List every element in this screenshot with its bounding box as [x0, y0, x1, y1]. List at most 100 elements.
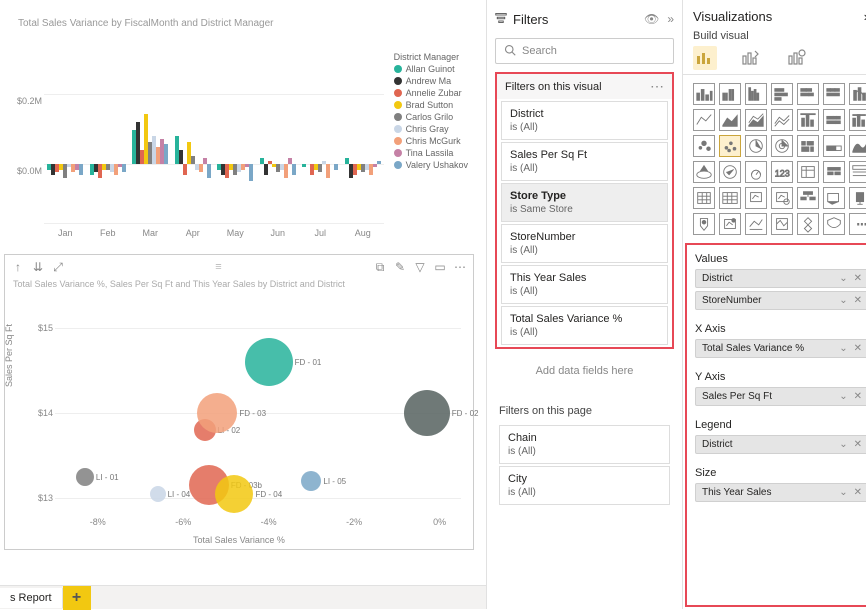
legend-item[interactable]: Brad Sutton [394, 100, 468, 110]
bar[interactable] [164, 144, 168, 164]
viz-type-icon[interactable] [797, 187, 819, 209]
viz-type-icon[interactable] [771, 109, 793, 131]
viz-type-icon[interactable] [745, 187, 767, 209]
viz-type-icon[interactable] [797, 161, 819, 183]
viz-type-icon[interactable] [797, 213, 819, 235]
focus-icon[interactable]: ▭ [433, 260, 447, 274]
viz-type-icon[interactable]: 123 [771, 161, 793, 183]
bar[interactable] [199, 164, 203, 172]
viz-type-icon[interactable] [797, 135, 819, 157]
filter-card[interactable]: StoreNumberis (All) [501, 224, 668, 263]
viz-type-icon[interactable] [823, 161, 845, 183]
chevron-down-icon[interactable]: ⌄ [839, 487, 847, 498]
copy-icon[interactable]: ⧉ [373, 260, 387, 274]
legend-item[interactable]: Allan Guinot [394, 64, 468, 74]
field-well[interactable]: StoreNumber⌄✕ [695, 291, 866, 310]
chevron-down-icon[interactable]: ⌄ [839, 439, 847, 450]
viz-type-icon[interactable] [849, 109, 866, 131]
bar[interactable] [326, 164, 330, 178]
legend-item[interactable]: Andrew Ma [394, 76, 468, 86]
viz-type-icon[interactable] [693, 109, 715, 131]
chart-bar-sales-variance[interactable]: Total Sales Variance by FiscalMonth and … [4, 4, 472, 236]
legend-item[interactable]: Chris Gray [394, 124, 468, 134]
viz-type-icon[interactable] [745, 83, 767, 105]
viz-type-icon[interactable] [771, 213, 793, 235]
viz-type-icon[interactable] [849, 187, 866, 209]
viz-type-icon[interactable] [771, 83, 793, 105]
bar[interactable] [284, 164, 288, 178]
collapse-icon[interactable]: » [667, 12, 674, 26]
legend-item[interactable]: Carlos Grilo [394, 112, 468, 122]
remove-icon[interactable]: ✕ [854, 343, 862, 354]
viz-type-icon[interactable] [719, 213, 741, 235]
filter-icon[interactable]: ▽ [413, 260, 427, 274]
bar[interactable] [292, 164, 296, 175]
bar[interactable] [79, 164, 83, 175]
bar[interactable] [122, 164, 126, 172]
add-data-fields-prompt[interactable]: Add data fields here [499, 351, 670, 391]
legend-item[interactable]: Valery Ushakov [394, 160, 468, 170]
bubble[interactable] [404, 390, 450, 436]
field-well[interactable]: District⌄✕ [695, 269, 866, 288]
bubble[interactable] [76, 468, 94, 486]
bar[interactable] [249, 164, 253, 181]
bar[interactable] [183, 164, 187, 175]
drill-up-icon[interactable]: ↑ [11, 260, 25, 274]
viz-type-icon[interactable] [693, 187, 715, 209]
viz-type-icon[interactable] [719, 109, 741, 131]
viz-type-icon[interactable] [719, 161, 741, 183]
viz-type-icon[interactable] [745, 135, 767, 157]
field-well[interactable]: Sales Per Sq Ft⌄✕ [695, 387, 866, 406]
viz-type-icon[interactable] [745, 109, 767, 131]
remove-icon[interactable]: ✕ [854, 273, 862, 284]
remove-icon[interactable]: ✕ [854, 487, 862, 498]
viz-type-icon[interactable] [849, 135, 866, 157]
viz-type-icon[interactable] [719, 83, 741, 105]
filter-card[interactable]: Store Typeis Same Store [501, 183, 668, 222]
filter-card[interactable]: This Year Salesis (All) [501, 265, 668, 304]
chevron-down-icon[interactable]: ⌄ [839, 391, 847, 402]
remove-icon[interactable]: ✕ [854, 295, 862, 306]
viz-type-icon[interactable] [797, 109, 819, 131]
search-input[interactable]: Search [495, 38, 674, 64]
drag-grip[interactable]: ≡ [215, 261, 222, 273]
bar[interactable] [191, 156, 195, 164]
tab-analytics[interactable] [785, 46, 809, 70]
viz-type-icon[interactable] [823, 109, 845, 131]
bar[interactable] [318, 164, 322, 172]
viz-type-icon[interactable] [693, 135, 715, 157]
bar[interactable] [264, 164, 268, 175]
viz-type-icon[interactable] [823, 187, 845, 209]
legend-item[interactable]: Tina Lassila [394, 148, 468, 158]
field-well[interactable]: Total Sales Variance %⌄✕ [695, 339, 866, 358]
viz-type-icon[interactable] [719, 135, 741, 157]
chevron-down-icon[interactable]: ⌄ [839, 295, 847, 306]
viz-type-icon[interactable] [771, 135, 793, 157]
viz-type-icon[interactable] [823, 135, 845, 157]
legend-item[interactable]: Annelie Zubar [394, 88, 468, 98]
field-well[interactable]: District⌄✕ [695, 435, 866, 454]
bubble[interactable] [245, 338, 293, 386]
bar[interactable] [207, 164, 211, 178]
viz-type-icon[interactable] [693, 161, 715, 183]
add-page-button[interactable]: + [63, 586, 91, 610]
filter-card[interactable]: Sales Per Sq Ftis (All) [501, 142, 668, 181]
viz-type-icon[interactable] [719, 187, 741, 209]
chevron-down-icon[interactable]: ⌄ [839, 343, 847, 354]
expand-icon[interactable]: ⤢ [51, 260, 65, 274]
filter-card[interactable]: Total Sales Variance %is (All) [501, 306, 668, 345]
viz-type-icon[interactable] [849, 83, 866, 105]
chart-scatter-sales-variance[interactable]: ↑ ⇊ ⤢ ≡ ⧉ ✎ ▽ ▭ ⋯ Total Sales Variance %… [4, 254, 474, 550]
filter-card[interactable]: Cityis (All) [499, 466, 670, 505]
page-tab-report[interactable]: s Report [0, 588, 63, 608]
bar[interactable] [334, 164, 338, 170]
remove-icon[interactable]: ✕ [854, 439, 862, 450]
drill-down-icon[interactable]: ⇊ [31, 260, 45, 274]
bar[interactable] [377, 161, 381, 164]
viz-type-icon[interactable] [823, 83, 845, 105]
bubble[interactable] [150, 486, 166, 502]
chevron-down-icon[interactable]: ⌄ [839, 273, 847, 284]
bar[interactable] [302, 164, 306, 167]
filter-card[interactable]: Chainis (All) [499, 425, 670, 464]
viz-type-icon[interactable] [693, 213, 715, 235]
